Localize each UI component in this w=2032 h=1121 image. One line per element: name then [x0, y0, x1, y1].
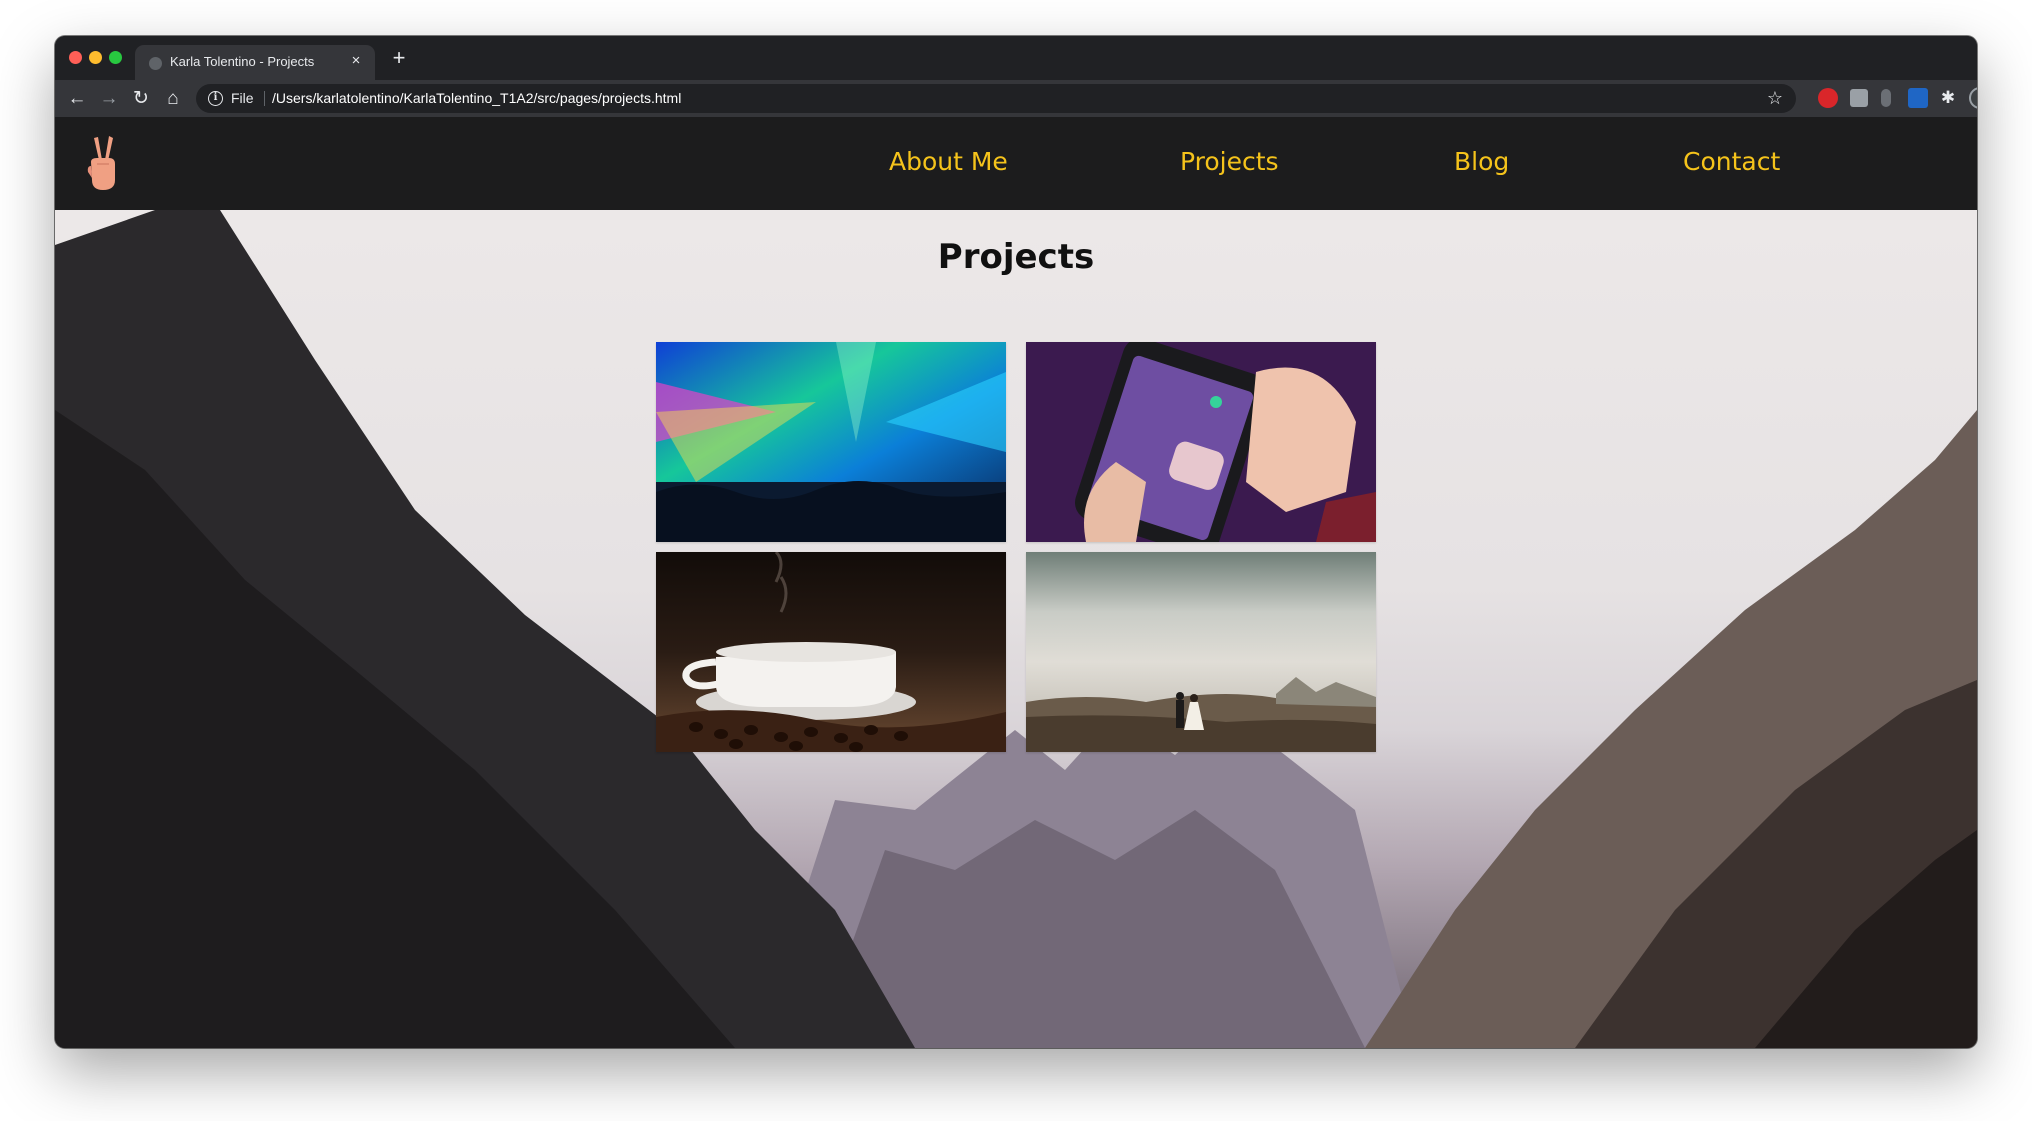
- extension-grey-icon[interactable]: [1850, 89, 1868, 107]
- back-icon[interactable]: ←: [64, 86, 90, 112]
- concert-lights-photo: [656, 342, 1006, 542]
- page-title: Projects: [937, 237, 1095, 277]
- project-card-landscape[interactable]: [1026, 552, 1376, 752]
- url-scheme: File: [231, 90, 254, 106]
- browser-toolbar: ← → ↻ ⌂ i File /Users/karlatolentino/Kar…: [55, 80, 1977, 117]
- extension-red-icon[interactable]: [1818, 88, 1838, 108]
- projects-section: Projects: [55, 210, 1977, 1048]
- nav-blog-link[interactable]: Blog: [1454, 147, 1509, 176]
- globe-icon: [149, 57, 162, 70]
- close-tab-icon[interactable]: ×: [347, 52, 365, 70]
- maximize-window-button[interactable]: [109, 51, 122, 64]
- extension-small-icon[interactable]: [1881, 89, 1891, 107]
- reload-icon[interactable]: ↻: [128, 86, 154, 112]
- nav-projects-link[interactable]: Projects: [1180, 147, 1279, 176]
- nav-about-link[interactable]: About Me: [889, 147, 1008, 176]
- couple-landscape-photo: [1026, 552, 1376, 752]
- project-card-coffee[interactable]: [656, 552, 1006, 752]
- close-window-button[interactable]: [69, 51, 82, 64]
- extension-blue-icon[interactable]: [1908, 88, 1928, 108]
- extensions-puzzle-icon[interactable]: ✱: [1939, 89, 1957, 107]
- project-card-phone-app[interactable]: [1026, 342, 1376, 542]
- browser-tab[interactable]: Karla Tolentino - Projects ×: [135, 45, 375, 80]
- browser-window: Karla Tolentino - Projects × + ← → ↻ ⌂ i…: [55, 36, 1977, 1048]
- minimize-window-button[interactable]: [89, 51, 102, 64]
- bookmark-star-icon[interactable]: ☆: [1764, 87, 1786, 109]
- coffee-cup-photo: [656, 552, 1006, 752]
- site-navbar: About Me Projects Blog Contact: [55, 117, 1977, 210]
- address-bar[interactable]: i File /Users/karlatolentino/KarlaTolent…: [196, 84, 1796, 113]
- url-divider: [264, 91, 265, 106]
- page-viewport: About Me Projects Blog Contact Projects: [55, 117, 1977, 1048]
- nav-contact-link[interactable]: Contact: [1683, 147, 1780, 176]
- home-icon[interactable]: ⌂: [160, 86, 186, 112]
- mountain-background-image: [55, 210, 1977, 1048]
- tab-strip: Karla Tolentino - Projects × +: [55, 36, 1977, 80]
- new-tab-button[interactable]: +: [388, 47, 410, 70]
- forward-icon[interactable]: →: [96, 86, 122, 112]
- url-text[interactable]: /Users/karlatolentino/KarlaTolentino_T1A…: [272, 90, 681, 106]
- profile-avatar[interactable]: [1969, 87, 1977, 109]
- peace-hand-icon[interactable]: [85, 134, 119, 192]
- phone-app-photo: [1026, 342, 1376, 542]
- info-icon[interactable]: i: [208, 91, 223, 106]
- tab-title: Karla Tolentino - Projects: [170, 54, 315, 69]
- project-card-concert[interactable]: [656, 342, 1006, 542]
